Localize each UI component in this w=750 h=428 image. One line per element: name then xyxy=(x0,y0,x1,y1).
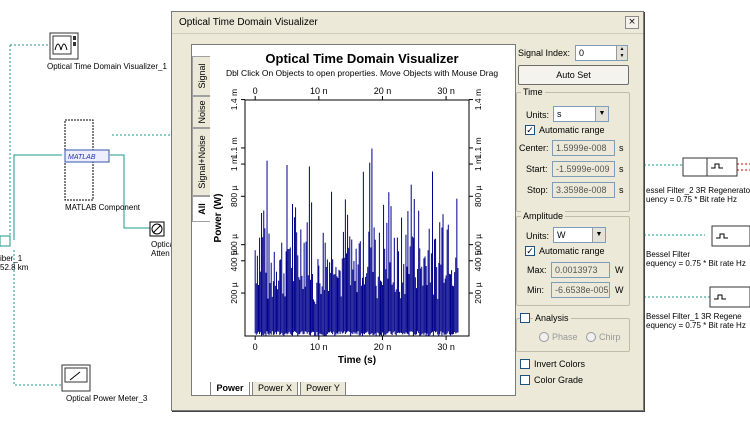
amp-auto-range-label: Automatic range xyxy=(539,246,605,256)
chevron-down-icon[interactable]: ▼ xyxy=(592,228,605,242)
y-tick-label-left: 800 µ xyxy=(229,185,239,207)
time-units-select[interactable]: s ▼ xyxy=(553,106,609,122)
y-tick-label-left: 1.4 m xyxy=(229,89,239,110)
window-titlebar[interactable]: Optical Time Domain Visualizer × xyxy=(172,12,643,34)
amp-units-value: W xyxy=(557,230,566,240)
bessel-filter-1-label: Bessel Filter_1 3R Regene xyxy=(646,312,742,321)
time-auto-range-label: Automatic range xyxy=(539,125,605,135)
tab-power[interactable]: Power xyxy=(210,382,250,396)
max-field[interactable]: 0.0013973 xyxy=(551,262,610,278)
y-tick-label-left: 500 µ xyxy=(229,234,239,256)
phase-radio[interactable] xyxy=(539,332,549,342)
atten-label: Atten xyxy=(151,249,170,258)
stop-field[interactable]: 3.3598e-008 xyxy=(552,182,615,198)
amplitude-group-title: Amplitude xyxy=(521,211,566,221)
spin-down-icon[interactable]: ▼ xyxy=(617,53,627,60)
window-title: Optical Time Domain Visualizer xyxy=(179,17,318,28)
tab-power-y[interactable]: Power Y xyxy=(300,382,346,396)
bessel-filter-label: Bessel Filter xyxy=(646,250,691,259)
max-label: Max: xyxy=(527,265,547,275)
x-tick-label-bottom: 0 xyxy=(253,342,258,352)
amp-units-select[interactable]: W ▼ xyxy=(553,227,606,243)
start-field[interactable]: -1.5999e-009 xyxy=(552,161,615,177)
signal-index-value: 0 xyxy=(579,48,585,58)
plot-title: Optical Time Domain Visualizer xyxy=(265,51,459,66)
stop-label: Stop: xyxy=(527,185,549,195)
max-unit: W xyxy=(615,265,624,275)
signal-index-label: Signal Index: xyxy=(518,48,571,58)
visualizer-1-block[interactable] xyxy=(49,32,79,60)
bessel-filter-2-block[interactable] xyxy=(682,157,750,177)
x-tick-label-top: 0 xyxy=(253,86,258,96)
bessel-filter-block[interactable] xyxy=(711,225,750,247)
power-meter-block[interactable] xyxy=(61,364,91,392)
bessel-filter-2-label: essel Filter_2 3R Regenerator_2 xyxy=(646,186,750,195)
min-label: Min: xyxy=(527,285,545,295)
matlab-chip-text: MATLAB xyxy=(68,154,96,161)
y-axis-label: Power (W) xyxy=(213,194,224,243)
plot-subtitle: Dbl Click On Objects to open properties.… xyxy=(225,68,499,78)
amp-units-label: Units: xyxy=(526,231,550,241)
fiber-block[interactable] xyxy=(0,235,11,247)
analysis-checkbox[interactable] xyxy=(520,313,530,323)
min-unit: W xyxy=(615,285,624,295)
start-label: Start: xyxy=(526,164,548,174)
y-tick-label-left: 1.1 m xyxy=(229,137,239,158)
attenuator-block[interactable] xyxy=(149,221,165,237)
y-tick-label-right: 1.4 m xyxy=(473,89,483,110)
time-auto-range-checkbox[interactable]: ✓ xyxy=(525,125,535,135)
x-axis-label: Time (s) xyxy=(338,355,376,366)
y-tick-label-right: 200 µ xyxy=(473,282,483,304)
fiber-label: iber_1 xyxy=(0,254,23,263)
chirp-label: Chirp xyxy=(599,332,621,342)
close-button[interactable]: × xyxy=(625,16,639,29)
color-grade-label: Color Grade xyxy=(534,375,584,385)
center-unit: s xyxy=(619,143,624,153)
time-units-label: Units: xyxy=(526,110,550,120)
power-meter-label: Optical Power Meter_3 xyxy=(66,394,148,403)
x-tick-label-top: 30 n xyxy=(437,86,455,96)
min-field[interactable]: -6.6538e-005 xyxy=(551,282,610,298)
fiber-length-label: 52.8 km xyxy=(0,263,29,272)
amp-auto-range-checkbox[interactable]: ✓ xyxy=(525,246,535,256)
visualizer-1-label: Optical Time Domain Visualizer_1 xyxy=(47,62,167,71)
time-units-value: s xyxy=(557,109,562,119)
start-unit: s xyxy=(619,164,624,174)
x-tick-label-bottom: 20 n xyxy=(374,342,392,352)
matlab-component-label: MATLAB Component xyxy=(65,203,140,212)
chevron-down-icon[interactable]: ▼ xyxy=(595,107,608,121)
y-tick-label-left: 200 µ xyxy=(229,282,239,304)
y-tick-label-right: 1.1 m xyxy=(473,137,483,158)
time-group-title: Time xyxy=(521,87,545,97)
bessel-filter-2-freq: uency = 0.75 * Bit rate Hz xyxy=(646,195,737,204)
tab-power-x[interactable]: Power X xyxy=(252,382,298,396)
center-field[interactable]: 1.5999e-008 xyxy=(552,140,615,156)
auto-set-button[interactable]: Auto Set xyxy=(518,65,629,85)
stop-unit: s xyxy=(619,185,624,195)
y-tick-label-right: 800 µ xyxy=(473,185,483,207)
color-grade-checkbox[interactable] xyxy=(520,375,530,385)
phase-label: Phase xyxy=(552,332,578,342)
invert-colors-checkbox[interactable] xyxy=(520,359,530,369)
matlab-component-block[interactable]: MATLAB xyxy=(64,119,110,201)
signal-index-spinner[interactable]: ▲ ▼ xyxy=(616,46,627,60)
invert-colors-label: Invert Colors xyxy=(534,359,586,369)
x-tick-label-top: 20 n xyxy=(374,86,392,96)
bessel-filter-freq: equency = 0.75 * Bit rate Hz xyxy=(646,259,746,268)
bessel-filter-1-block[interactable] xyxy=(709,286,750,308)
x-tick-label-top: 10 n xyxy=(310,86,328,96)
x-tick-label-bottom: 30 n xyxy=(437,342,455,352)
analysis-label: Analysis xyxy=(533,313,571,323)
signal-index-input[interactable]: 0 ▲ ▼ xyxy=(575,45,628,61)
bessel-filter-1-freq: equency = 0.75 * Bit rate Hz xyxy=(646,321,746,330)
power-chart[interactable]: 0010 n10 n20 n20 n30 n30 n200 µ 200 µ400 … xyxy=(195,83,505,375)
x-tick-label-bottom: 10 n xyxy=(310,342,328,352)
chirp-radio[interactable] xyxy=(586,332,596,342)
spin-up-icon[interactable]: ▲ xyxy=(617,46,627,53)
y-tick-label-right: 500 µ xyxy=(473,234,483,256)
center-label: Center: xyxy=(519,143,549,153)
